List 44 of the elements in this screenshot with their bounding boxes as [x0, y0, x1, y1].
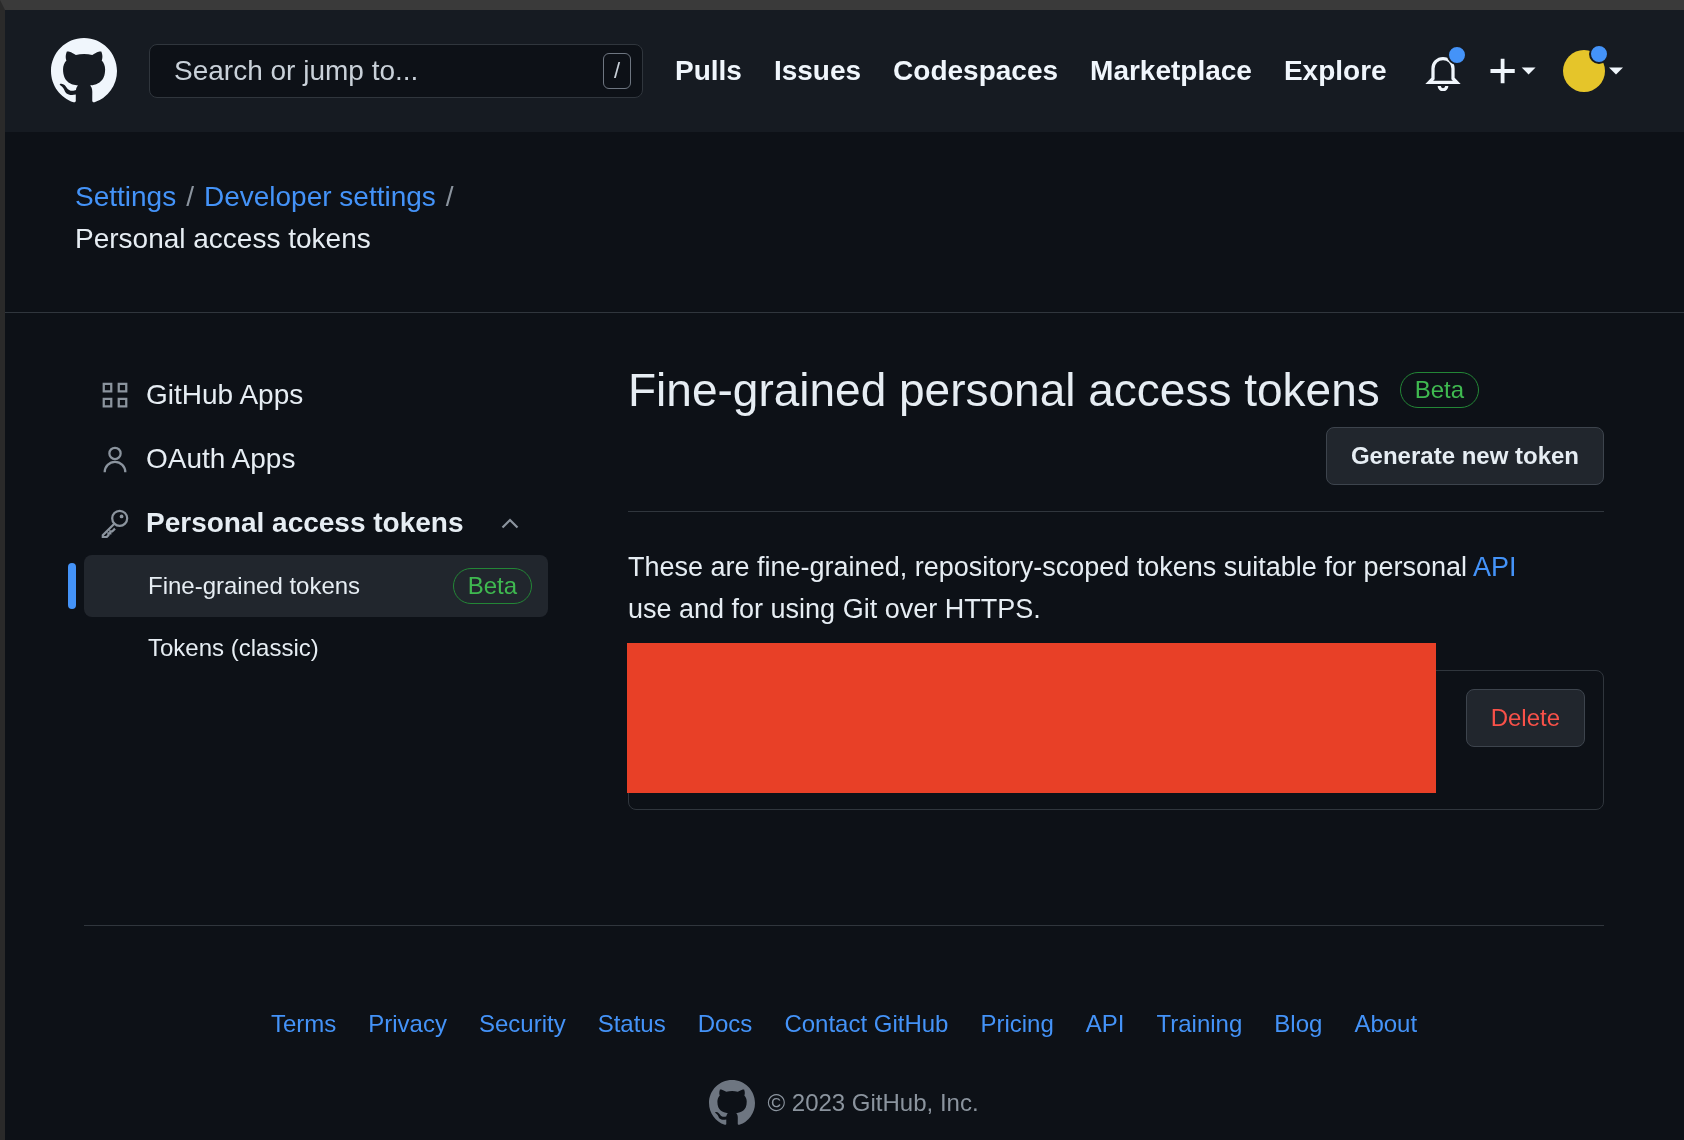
- nav-link[interactable]: Pulls: [675, 55, 742, 87]
- sidebar-item[interactable]: GitHub Apps: [84, 363, 548, 427]
- nav-link[interactable]: Issues: [773, 55, 862, 87]
- breadcrumb-current: Personal access tokens: [75, 222, 372, 256]
- copyright-text: © 2023 GitHub, Inc.: [767, 1089, 979, 1117]
- user-avatar[interactable]: [1562, 50, 1605, 92]
- footer-link[interactable]: Status: [597, 1010, 666, 1038]
- footer-link[interactable]: Contact GitHub: [784, 1010, 949, 1038]
- breadcrumb-link[interactable]: Settings: [75, 181, 177, 212]
- footer-link[interactable]: Pricing: [980, 1010, 1054, 1038]
- footer-link[interactable]: API: [1085, 1010, 1125, 1038]
- sidebar-item-label: GitHub Apps: [146, 379, 304, 411]
- footer-link[interactable]: Training: [1156, 1010, 1243, 1038]
- breadcrumb-separator: /: [445, 181, 454, 212]
- delete-button[interactable]: Delete: [1465, 689, 1585, 747]
- footer-link[interactable]: About: [1354, 1010, 1418, 1038]
- footer-link[interactable]: Security: [478, 1010, 566, 1038]
- sidebar-item-label: OAuth Apps: [146, 443, 296, 475]
- apps-grid-icon: [100, 380, 130, 410]
- description-text: These are fine-grained, repository-scoped tokens suitable for personal API use and for using Git over HTTPS.: [628, 551, 1518, 626]
- sidebar-subitem-label: Fine-grained tokens: [148, 572, 361, 600]
- sidebar-subitem[interactable]: Tokens (classic): [84, 617, 548, 679]
- sidebar-item[interactable]: OAuth Apps: [84, 427, 548, 491]
- sidebar-item[interactable]: Personal access tokens: [84, 491, 548, 555]
- key-icon: [100, 508, 130, 538]
- api-link[interactable]: API: [1473, 552, 1517, 582]
- breadcrumb-link[interactable]: Developer settings: [203, 181, 436, 212]
- keyboard-shortcut-hint: /: [602, 53, 631, 89]
- nav-link[interactable]: Explore: [1283, 55, 1387, 87]
- unread-indicator: [1588, 44, 1609, 64]
- github-logo-icon[interactable]: [51, 38, 117, 104]
- sidebar-subitem-label: Tokens (classic): [148, 634, 319, 662]
- breadcrumb-separator: /: [186, 181, 194, 212]
- footer-link[interactable]: Docs: [697, 1010, 753, 1038]
- footer-link[interactable]: Blog: [1274, 1010, 1323, 1038]
- page-title: Fine-grained personal access tokens: [628, 363, 1380, 417]
- nav-link[interactable]: Codespaces: [893, 55, 1059, 87]
- caret-icon[interactable]: [1608, 67, 1623, 75]
- unread-indicator: [1446, 45, 1467, 65]
- sidebar-item-label: Personal access tokens: [146, 507, 464, 539]
- footer-link[interactable]: Terms: [270, 1010, 337, 1038]
- generate-token-button[interactable]: Generate new token: [1325, 427, 1604, 485]
- nav-link[interactable]: Marketplace: [1090, 55, 1252, 87]
- footer-link[interactable]: Privacy: [368, 1010, 447, 1038]
